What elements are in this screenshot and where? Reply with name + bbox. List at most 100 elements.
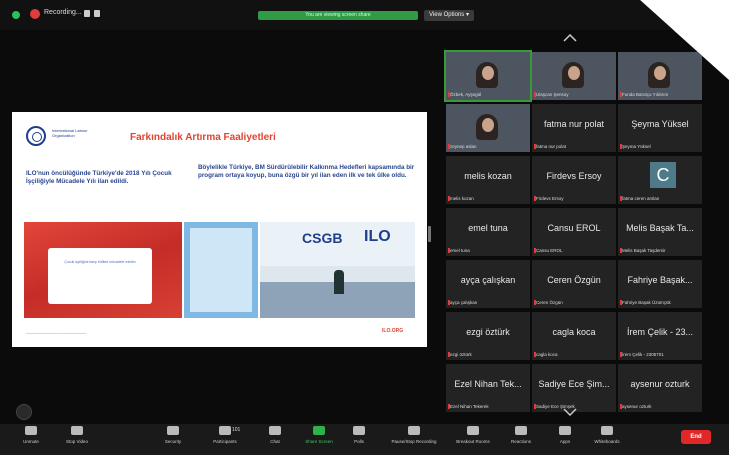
security-button[interactable]: Security — [148, 426, 198, 444]
participant-tile[interactable]: aysenur ozturk aysenur ozturk — [618, 364, 702, 412]
participant-display-name: Şeyma Yüksel — [631, 119, 689, 129]
participant-name-label: aysenur ozturk — [622, 404, 652, 409]
participant-tile[interactable]: cagla koca cagla koca — [532, 312, 616, 360]
participant-face — [482, 118, 494, 132]
participant-name-label: Ceren Özgün — [536, 300, 563, 305]
participant-tile[interactable]: Ulaşcan Şensoy — [532, 52, 616, 100]
security-label: Security — [164, 439, 182, 444]
avatar: C — [650, 162, 676, 188]
participant-name-label: Ulaşcan Şensoy — [536, 92, 569, 97]
share-screen-icon — [313, 426, 325, 435]
whiteboards-button[interactable]: Whiteboards — [582, 426, 632, 444]
participant-tile[interactable]: Cansu EROL Cansu EROL — [532, 208, 616, 256]
stop-recording-icon[interactable] — [94, 10, 100, 17]
polls-label: Polls — [354, 439, 364, 444]
participant-tile[interactable]: Ceren Özgün Ceren Özgün — [532, 260, 616, 308]
whiteboards-label: Whiteboards — [594, 439, 620, 444]
pause-recording-icon[interactable] — [84, 10, 90, 17]
participant-tile[interactable]: melis kozan melis kozan — [446, 156, 530, 204]
chat-label: Chat — [270, 439, 280, 444]
participant-tile[interactable]: Ezel Nihan Tek... Ezel Nihan Tekerek — [446, 364, 530, 412]
reactions-label: Reactions — [510, 439, 531, 444]
participant-tile[interactable]: Melis Başak Ta... Melis Başak Taşdemir — [618, 208, 702, 256]
participant-name-label: fatma ceren arslan — [622, 196, 660, 201]
participant-name-label: Melis Başak Taşdemir — [622, 248, 666, 253]
chat-bubble-icon — [269, 426, 281, 435]
participant-display-name: fatma nur polat — [543, 119, 605, 129]
pause-stop-icon — [408, 426, 420, 435]
unmute-button[interactable]: Unmute — [6, 426, 56, 444]
participant-name-label: fatma nur polat — [536, 144, 567, 149]
participant-display-name: cagla koca — [552, 327, 596, 337]
participant-tile[interactable]: ezgi öztürk ezgi öztürk — [446, 312, 530, 360]
participant-tile[interactable]: zeynep aslan — [446, 104, 530, 152]
participant-display-name: Cansu EROL — [547, 223, 601, 233]
slide-title: Farkındalık Artırma Faaliyetleri — [130, 132, 276, 143]
participant-tile[interactable]: Şeyma Yüksel Şeyma Yüksel — [618, 104, 702, 152]
slide-left-text: ILO'nun öncülüğünde Türkiye'de 2018 Yılı… — [26, 170, 172, 185]
participant-tile[interactable]: Funda Barutçu Yıldırım — [618, 52, 702, 100]
ilo-logo-icon — [26, 126, 46, 146]
participant-display-name: İrem Çelik - 23... — [626, 327, 693, 337]
participant-name-label: Şeyma Yüksel — [622, 144, 651, 149]
connection-status-icon — [12, 11, 20, 19]
participant-display-name: Ezel Nihan Tek... — [454, 379, 522, 389]
polls-button[interactable]: Polls — [334, 426, 384, 444]
participant-display-name: ezgi öztürk — [466, 327, 510, 337]
participant-tile[interactable]: Özbek, Ayşegül — [444, 50, 532, 102]
chat-button[interactable]: Chat — [250, 426, 300, 444]
participant-tile[interactable]: Fahriye Başak... Fahriye Başak Üzümçük — [618, 260, 702, 308]
participant-tile[interactable]: Firdevs Ersoy Firdevs Ersoy — [532, 156, 616, 204]
participant-tile[interactable]: emel tuna emel tuna — [446, 208, 530, 256]
csgb-logo: CSGB — [302, 230, 343, 246]
reactions-button[interactable]: Reactions — [496, 426, 546, 444]
pause-stop-recording-button[interactable]: Pause/Stop Recording — [384, 426, 444, 444]
participant-display-name: Sadiye Ece Şim... — [538, 379, 610, 389]
participant-tile[interactable]: Cfatma ceren arslan — [618, 156, 702, 204]
speaker-figure — [334, 270, 344, 294]
participants-count: 101 — [232, 427, 241, 433]
participant-name-label: ayça çalışkan — [450, 300, 478, 305]
document-image — [184, 222, 258, 318]
document-page — [190, 228, 252, 312]
participant-tile[interactable]: İrem Çelik - 23... İrem Çelik - 2305701 — [618, 312, 702, 360]
breakout-rooms-button[interactable]: Breakout Rooms — [448, 426, 498, 444]
participant-name-label: Firdevs Ersoy — [536, 196, 564, 201]
chevron-up-icon[interactable] — [563, 34, 577, 42]
participant-name-label: Özbek, Ayşegül — [450, 92, 482, 97]
apps-icon — [559, 426, 571, 435]
view-options-button[interactable]: View Options ▾ — [424, 10, 474, 21]
participant-name-label: melis kozan — [450, 196, 474, 201]
participant-display-name: Firdevs Ersoy — [546, 171, 602, 181]
campaign-image: Çocuk işçiliğine karşı birlikte mücadele… — [24, 222, 182, 318]
splitter-handle[interactable] — [428, 226, 431, 242]
chevron-down-icon[interactable] — [563, 408, 577, 416]
participant-tile[interactable]: fatma nur polat fatma nur polat — [532, 104, 616, 152]
smiley-icon — [515, 426, 527, 435]
annotate-pen-icon[interactable] — [16, 404, 32, 420]
slide-right-text: Böylelikle Türkiye, BM Sürdürülebilir Ka… — [198, 164, 415, 179]
participant-tile[interactable]: Sadiye Ece Şim... Sadiye Ece Şimşek — [532, 364, 616, 412]
participants-button[interactable]: Participants — [200, 426, 250, 444]
event-image: CSGB ILO — [260, 222, 415, 318]
participant-display-name: Melis Başak Ta... — [626, 223, 694, 233]
stop-video-label: Stop Video — [66, 439, 88, 444]
polls-icon — [353, 426, 365, 435]
participant-display-name: Fahriye Başak... — [627, 275, 693, 285]
participant-tile[interactable]: ayça çalışkan ayça çalışkan — [446, 260, 530, 308]
participant-face — [482, 66, 494, 80]
shared-slide: International Labour Organization Farkın… — [12, 112, 427, 347]
slide-footer-right: ILO.ORG — [382, 328, 404, 334]
recording-label: Recording... — [44, 9, 82, 16]
participant-name-label: Fahriye Başak Üzümçük — [622, 300, 671, 305]
participant-display-name: Ceren Özgün — [547, 275, 601, 285]
ilo-mark: ILO — [364, 228, 391, 245]
breakout-rooms-icon — [467, 426, 479, 435]
stop-video-button[interactable]: Stop Video — [52, 426, 102, 444]
recording-control-label: Pause/Stop Recording — [391, 439, 437, 444]
participant-name-label: Funda Barutçu Yıldırım — [622, 92, 669, 97]
end-meeting-button[interactable]: End — [681, 430, 711, 444]
breakout-rooms-label: Breakout Rooms — [456, 439, 490, 444]
participant-face — [568, 66, 580, 80]
participant-name-label: ezgi öztürk — [450, 352, 472, 357]
